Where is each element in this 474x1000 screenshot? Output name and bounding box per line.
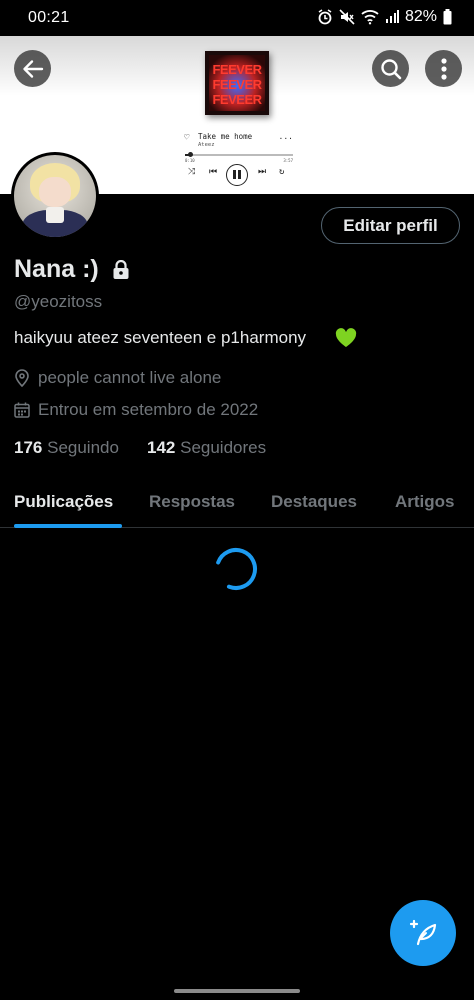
- following-count: 176: [14, 438, 43, 457]
- wifi-icon: [361, 10, 379, 25]
- search-button[interactable]: [372, 50, 409, 87]
- song-more-icon: ...: [278, 132, 293, 141]
- progress-knob: [187, 152, 193, 157]
- shuffle-icon: ⤨: [188, 167, 196, 177]
- album-word-2: FEEVER: [212, 77, 262, 92]
- avatar-collar: [46, 207, 64, 223]
- compose-button[interactable]: [390, 900, 456, 966]
- album-word-1: FEEVER: [212, 62, 262, 77]
- gesture-handle[interactable]: [174, 989, 300, 993]
- battery-percent: 82%: [404, 8, 437, 25]
- following-label: Seguindo: [47, 438, 119, 457]
- music-player: ♡ Take me home Ateez ... 0:10 3:57 ⤨ ⏮ ⏭…: [182, 132, 297, 192]
- album-word-3: FEVEER: [212, 92, 262, 107]
- progress-track: [185, 154, 293, 156]
- followers-link[interactable]: 142 Seguidores: [147, 438, 266, 458]
- battery-icon: [443, 9, 452, 25]
- calendar-icon: [14, 402, 30, 418]
- song-artist: Ateez: [198, 142, 215, 148]
- song-title: Take me home: [198, 132, 253, 141]
- profile-tabs: Publicações Respostas Destaques Artigos: [0, 476, 474, 528]
- back-button[interactable]: [14, 50, 51, 87]
- profile-handle: @yeozitoss: [14, 292, 103, 311]
- edit-profile-button[interactable]: Editar perfil: [321, 207, 460, 244]
- tab-publicacoes[interactable]: Publicações: [14, 492, 113, 512]
- location-text: people cannot live alone: [38, 368, 222, 387]
- followers-count: 142: [147, 438, 176, 457]
- profile-joined: Entrou em setembro de 2022: [14, 400, 258, 420]
- more-button[interactable]: [425, 50, 462, 87]
- more-vertical-icon: [440, 57, 447, 80]
- active-tab-indicator: [14, 524, 122, 528]
- tab-destaques[interactable]: Destaques: [271, 492, 357, 512]
- avatar-image: [14, 155, 96, 237]
- loading-spinner-icon: [215, 548, 257, 590]
- status-bar: 00:21 82%: [0, 0, 474, 36]
- signal-icon: [385, 10, 399, 23]
- compose-feather-icon: [409, 919, 437, 946]
- alarm-icon: [318, 9, 332, 25]
- pause-icon: [226, 164, 248, 186]
- profile-bio: haikyuu ateez seventeen e p1harmony: [14, 328, 307, 347]
- avatar[interactable]: [11, 152, 99, 240]
- tab-artigos[interactable]: Artigos: [395, 492, 455, 512]
- mute-icon: [339, 9, 355, 25]
- time-total: 3:57: [283, 158, 293, 163]
- location-pin-icon: [15, 369, 29, 387]
- followers-label: Seguidores: [180, 438, 267, 457]
- avatar-face: [39, 177, 71, 207]
- joined-text: Entrou em setembro de 2022: [38, 400, 259, 419]
- status-time: 00:21: [28, 9, 70, 26]
- album-cover: FEEVER FEEVER FEVEER: [205, 51, 269, 115]
- previous-icon: ⏮: [209, 167, 218, 177]
- lock-icon: [113, 260, 129, 279]
- following-link[interactable]: 176 Seguindo: [14, 438, 119, 458]
- search-icon: [380, 58, 401, 79]
- profile-location: people cannot live alone: [14, 368, 221, 388]
- green-heart-icon: [335, 328, 357, 347]
- status-icons: 82%: [317, 8, 452, 26]
- arrow-left-icon: [22, 59, 43, 78]
- tab-respostas[interactable]: Respostas: [149, 492, 235, 512]
- next-icon: ⏭: [258, 167, 267, 177]
- like-heart-icon: ♡: [184, 133, 190, 143]
- repeat-icon: ↻: [279, 167, 285, 177]
- profile-name: Nana :): [14, 255, 99, 283]
- time-elapsed: 0:10: [185, 158, 195, 163]
